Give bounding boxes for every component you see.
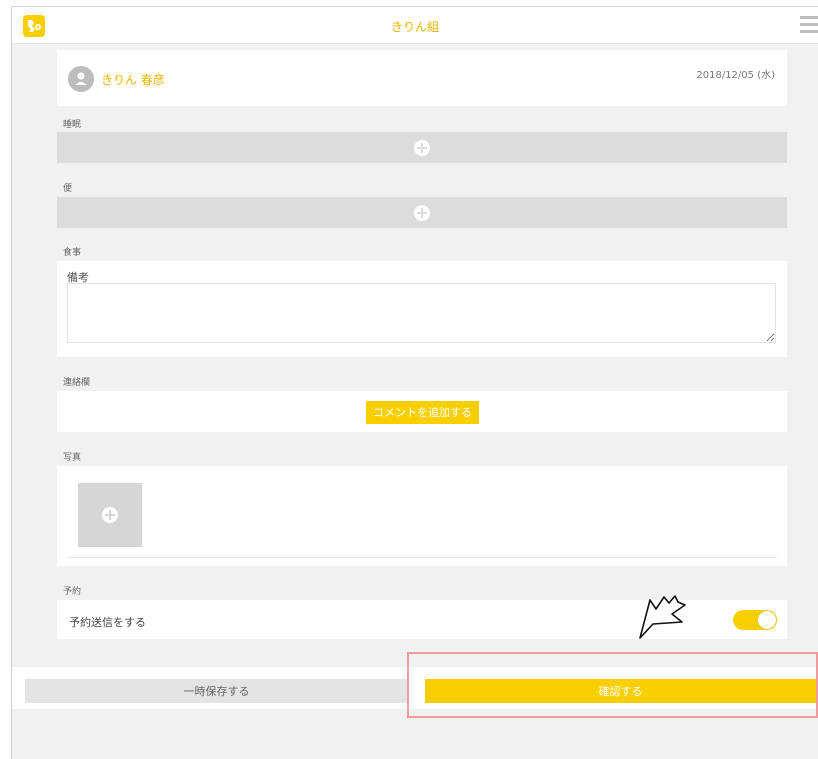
section-label-photo: 写真	[63, 453, 82, 463]
remarks-textarea[interactable]	[67, 283, 776, 343]
annotation-arrow	[639, 595, 686, 639]
add-comment-button[interactable]: コメントを追加する	[366, 401, 479, 424]
avatar-icon	[68, 66, 94, 92]
highlight-box	[407, 652, 818, 718]
page-title: きりん組	[390, 20, 439, 34]
section-label-sleep: 睡眠	[63, 120, 82, 130]
user-card: きりん 春彦 2018/12/05 (水)	[57, 50, 787, 106]
entry-date: 2018/12/05 (水)	[696, 70, 775, 81]
top-bar: きりん組	[12, 7, 818, 44]
meal-card: 備考	[57, 261, 787, 357]
app-frame: きりん組 きりん 春彦 2018/12/05 (水) 睡眠 便 食事 備考 連絡…	[11, 6, 818, 759]
divider	[67, 557, 777, 558]
plus-icon	[414, 204, 430, 221]
section-label-reservation: 予約	[63, 587, 82, 597]
add-photo-button[interactable]	[78, 483, 142, 547]
section-label-meal: 食事	[63, 248, 82, 258]
reservation-send-label: 予約送信をする	[69, 616, 146, 629]
section-label-contact: 連絡欄	[63, 378, 91, 388]
hamburger-menu-icon[interactable]	[800, 16, 818, 34]
photo-card	[57, 466, 787, 566]
child-name: きりん 春彦	[101, 73, 165, 87]
plus-icon	[102, 507, 118, 523]
add-stool-button[interactable]	[57, 197, 787, 228]
toggle-knob	[758, 611, 776, 629]
temporary-save-button[interactable]: 一時保存する	[25, 679, 408, 703]
add-sleep-button[interactable]	[57, 132, 787, 163]
reservation-toggle[interactable]	[733, 610, 777, 630]
contact-card: コメントを追加する	[57, 391, 787, 432]
section-label-stool: 便	[63, 184, 73, 194]
plus-icon	[414, 139, 430, 156]
